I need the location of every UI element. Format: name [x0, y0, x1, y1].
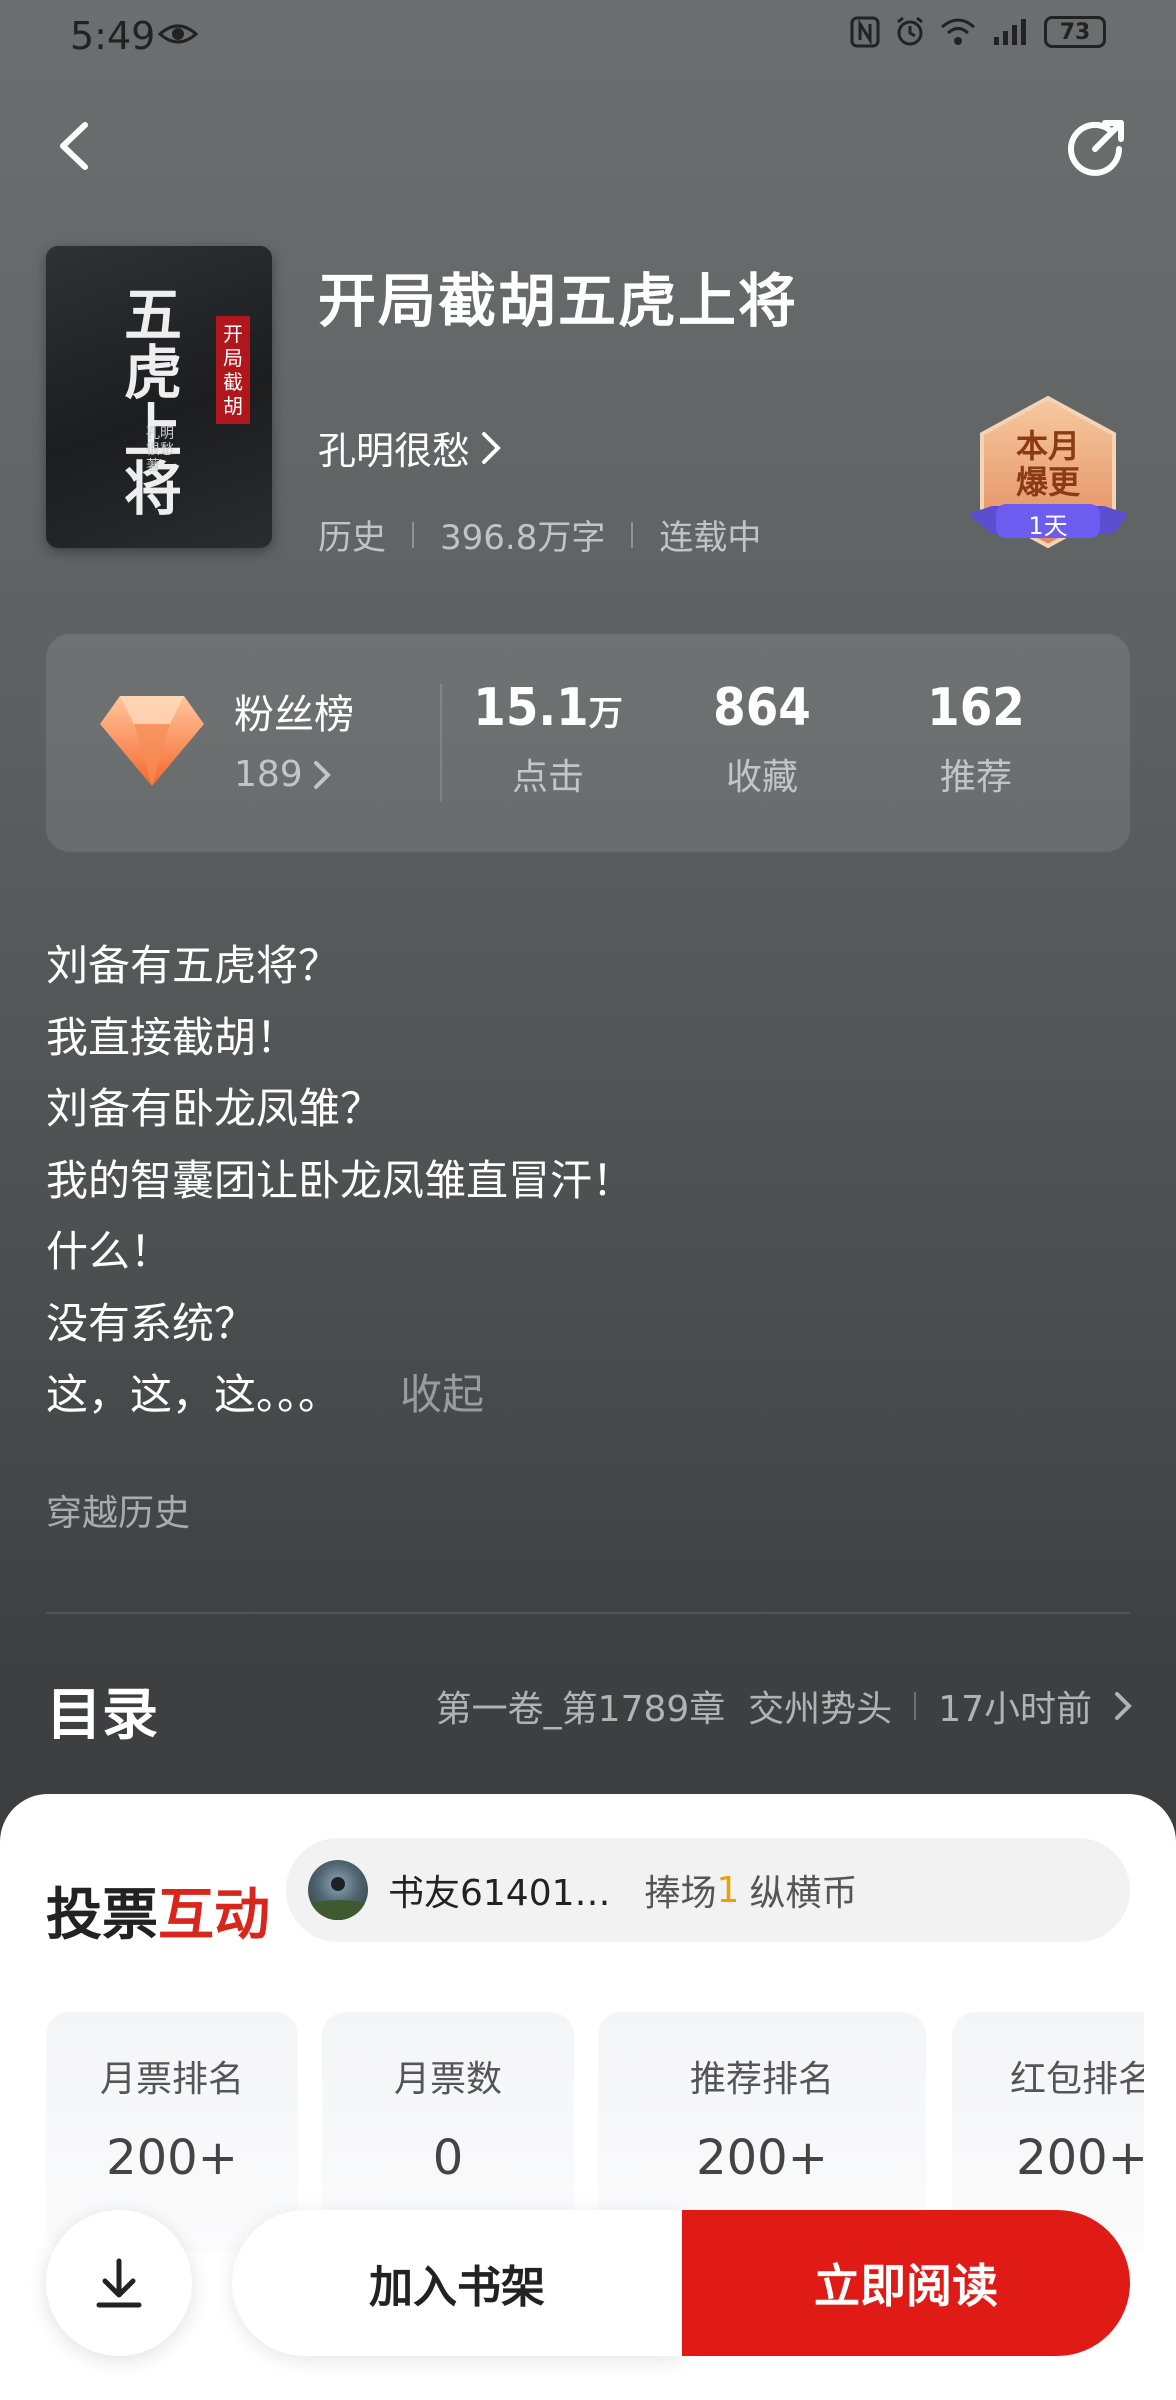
rank-card-value: 200+	[106, 2130, 238, 2186]
toc-title[interactable]: 目录	[46, 1670, 158, 1751]
book-tag[interactable]: 穿越历史	[46, 1484, 190, 1536]
book-word-count: 396.8万字	[440, 518, 606, 558]
synopsis-line: 刘备有五虎将？	[46, 941, 341, 990]
synopsis-line: 我直接截胡！	[46, 1012, 299, 1062]
book-status: 连载中	[659, 518, 762, 558]
clicks-label: 点击	[511, 757, 584, 798]
rank-card-label: 推荐排名	[689, 2059, 834, 2100]
favorites-value: 864	[713, 678, 811, 738]
book-meta: 历史 396.8万字 连载中	[318, 510, 761, 559]
recommend-value: 162	[927, 678, 1025, 738]
divider	[914, 1692, 917, 1720]
status-icons: 73	[850, 16, 1106, 48]
book-title: 开局截胡五虎上将	[318, 267, 799, 335]
favorites-stat: 864 收藏	[662, 678, 862, 800]
back-button[interactable]	[44, 116, 104, 176]
book-category: 历史	[318, 518, 386, 558]
synopsis-line: 什么！	[46, 1227, 173, 1276]
badge-days: 1天	[1028, 512, 1068, 540]
divider	[46, 1612, 1130, 1614]
status-time: 5:49	[70, 14, 156, 58]
author-link[interactable]: 孔明很愁	[318, 420, 502, 475]
clicks-stat: 15.1万 点击	[448, 678, 648, 800]
badge-line1: 本月	[1015, 427, 1080, 465]
divider	[412, 521, 414, 548]
rank-card-label: 月票数	[393, 2059, 502, 2100]
synopsis-line: 没有系统？	[46, 1298, 257, 1348]
chevron-left-icon	[60, 122, 88, 170]
synopsis-line: 我的智囊团让卧龙凤雏直冒汗！	[46, 1155, 635, 1205]
download-button[interactable]	[46, 2210, 192, 2356]
diamond-icon	[100, 696, 204, 786]
divider	[440, 684, 442, 802]
author-name: 孔明很愁	[318, 429, 471, 473]
signal-icon	[994, 19, 1026, 45]
share-icon	[1068, 120, 1124, 176]
updated-time: 17小时前	[938, 1689, 1092, 1730]
chevron-right-icon	[482, 431, 501, 464]
battery-icon: 73	[1044, 16, 1106, 48]
latest-chapter: 第一卷_第1789章 交州势头	[435, 1689, 893, 1730]
rank-card-value: 0	[432, 2130, 464, 2186]
read-now-button[interactable]: 立即阅读	[682, 2210, 1130, 2356]
download-icon	[96, 2258, 142, 2308]
divider	[631, 521, 634, 548]
latest-chapter-link[interactable]: 第一卷_第1789章 交州势头 17小时前	[436, 1680, 1132, 1732]
rank-card-label: 月票排名	[99, 2059, 244, 2100]
chevron-right-icon	[1115, 1692, 1132, 1720]
share-button[interactable]	[1062, 112, 1132, 182]
rank-card-value: 200+	[1016, 2130, 1144, 2186]
wifi-icon	[941, 18, 975, 45]
bottom-action-bar: 加入书架 立即阅读	[0, 2190, 1176, 2400]
rank-card-value: 200+	[696, 2130, 828, 2186]
cover-author: 孔明很愁 著	[146, 426, 174, 474]
rank-card-label: 红包排名	[1009, 2059, 1144, 2100]
book-cover[interactable]: 五虎上将 开局截胡 孔明很愁 著	[46, 246, 272, 548]
fan-rank-link[interactable]: 189	[234, 754, 331, 795]
badge-line2: 爆更	[1015, 463, 1080, 501]
clicks-value: 15.1	[473, 678, 589, 738]
synopsis-line: 刘备有卧龙凤雏？	[46, 1084, 383, 1133]
recommend-label: 推荐	[939, 757, 1012, 798]
collapse-button[interactable]: 收起	[400, 1370, 484, 1419]
monthly-update-badge[interactable]: 本月 爆更 1天	[966, 392, 1130, 564]
fan-rank-label: 粉丝榜	[234, 692, 354, 738]
synopsis-line: 这，这，这。。。	[46, 1370, 341, 1419]
synopsis-last-line: 这，这，这。。。 收起	[46, 1359, 1130, 1431]
cover-title: 五虎上将	[124, 281, 183, 523]
fan-rank-count: 189	[234, 754, 303, 795]
recommend-stat: 162 推荐	[876, 678, 1076, 800]
favorites-label: 收藏	[725, 757, 798, 798]
stats-card: 粉丝榜 189 15.1万 点击 864 收藏 162 推荐	[46, 634, 1130, 852]
add-to-shelf-button[interactable]: 加入书架	[232, 2210, 682, 2356]
book-synopsis: 刘备有五虎将？ 我直接截胡！ 刘备有卧龙凤雏？ 我的智囊团让卧龙凤雏直冒汗！ 什…	[46, 930, 1130, 1431]
cover-ribbon: 开局截胡	[216, 316, 250, 424]
eye-icon	[158, 24, 198, 44]
chevron-right-icon	[313, 760, 331, 789]
alarm-icon	[897, 16, 923, 46]
clicks-unit: 万	[588, 694, 623, 734]
nfc-icon	[850, 16, 880, 48]
